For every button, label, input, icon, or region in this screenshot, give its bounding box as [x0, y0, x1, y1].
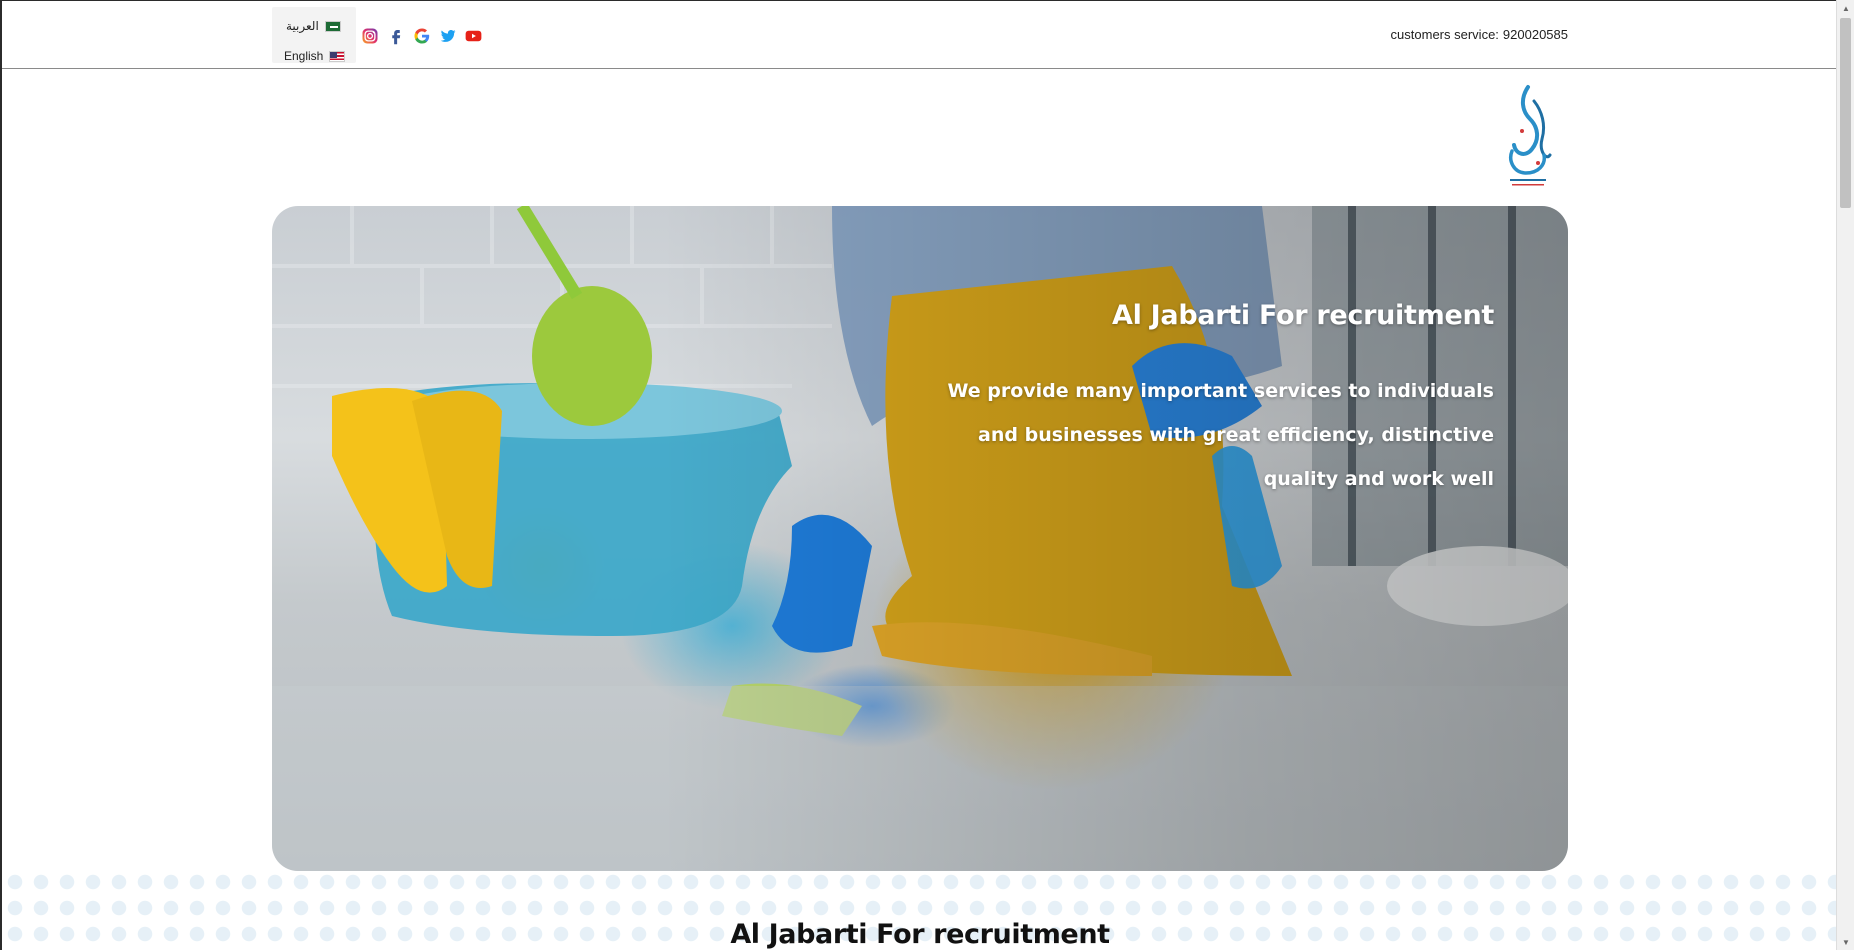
customer-service-label: customers service: — [1390, 27, 1499, 42]
language-label-english: English — [284, 49, 324, 63]
saudi-flag-icon — [324, 20, 341, 32]
twitter-icon[interactable] — [438, 26, 457, 45]
top-bar: العربية English customers service: 92002… — [2, 1, 1836, 69]
logo-mark-icon — [1509, 85, 1552, 186]
hero-subtitle-line: and businesses with great efficiency, di… — [978, 424, 1494, 446]
language-switcher: العربية English — [272, 7, 356, 63]
language-label-arabic: العربية — [286, 19, 319, 33]
vertical-scrollbar[interactable]: ▲ ▼ — [1836, 0, 1854, 950]
hero-title: Al Jabarti For recruitment — [1112, 300, 1494, 331]
youtube-icon[interactable] — [464, 26, 483, 45]
hero-subtitle-line: We provide many important services to in… — [947, 380, 1494, 402]
scroll-up-arrow-icon[interactable]: ▲ — [1837, 0, 1854, 16]
hero-text: Al Jabarti For recruitment We provide ma… — [934, 300, 1494, 501]
hero-subtitle-line: quality and work well — [1263, 468, 1494, 490]
us-flag-icon — [329, 50, 346, 62]
customer-service-number[interactable]: 920020585 — [1503, 27, 1568, 42]
instagram-icon[interactable] — [360, 26, 379, 45]
facebook-icon[interactable] — [386, 26, 405, 45]
site-logo[interactable] — [1498, 81, 1558, 191]
social-links — [360, 26, 483, 45]
google-icon[interactable] — [412, 26, 431, 45]
customer-service: customers service: 920020585 — [1391, 27, 1568, 42]
language-option-arabic[interactable]: العربية — [286, 15, 341, 37]
scroll-down-arrow-icon[interactable]: ▼ — [1837, 934, 1854, 950]
scrollbar-thumb[interactable] — [1840, 18, 1851, 208]
hero-subtitle: We provide many important services to in… — [934, 369, 1494, 501]
section-title: Al Jabarti For recruitment — [730, 919, 1110, 950]
language-option-english[interactable]: English — [284, 45, 346, 67]
hero-banner: Al Jabarti For recruitment We provide ma… — [272, 206, 1568, 871]
page: العربية English customers service: 92002… — [0, 0, 1836, 950]
